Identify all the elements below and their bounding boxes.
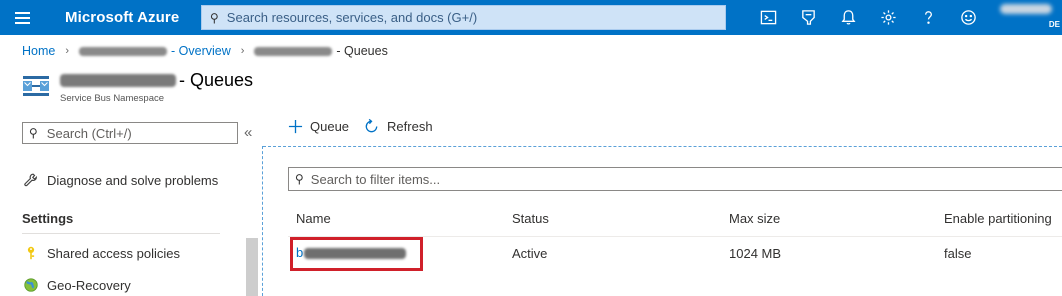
- global-search-input[interactable]: ⚲ Search resources, services, and docs (…: [201, 5, 726, 30]
- nav-item-shared-access-policies-label: Shared access policies: [47, 245, 180, 261]
- search-icon: ⚲: [29, 126, 38, 140]
- plus-icon: [288, 119, 303, 134]
- search-icon: ⚲: [210, 10, 219, 25]
- top-icon-bar: [748, 0, 988, 35]
- refresh-button[interactable]: Refresh: [363, 118, 433, 135]
- global-search-placeholder: Search resources, services, and docs (G+…: [226, 10, 478, 25]
- page-title-label: - Queues: [179, 70, 254, 90]
- column-header-enable-partitioning[interactable]: Enable partitioning: [944, 211, 1052, 226]
- breadcrumb-current-label: - Queues: [336, 44, 388, 58]
- breadcrumb-overview-label: - Overview: [171, 44, 231, 58]
- wrench-icon: [22, 171, 40, 189]
- breadcrumb-overview[interactable]: - Overview: [79, 44, 231, 58]
- filter-placeholder: Search to filter items...: [310, 171, 441, 187]
- nav-search-placeholder: Search (Ctrl+/): [46, 125, 132, 141]
- refresh-icon: [363, 118, 380, 135]
- globe-icon: [22, 276, 40, 294]
- add-queue-button[interactable]: Queue: [288, 119, 349, 134]
- hamburger-icon: [14, 16, 30, 19]
- queue-status: Active: [512, 246, 548, 261]
- add-queue-label: Queue: [310, 119, 350, 134]
- cloud-shell-icon[interactable]: [748, 0, 788, 35]
- chevron-right-icon: ›: [65, 45, 70, 57]
- feedback-icon[interactable]: [948, 0, 988, 35]
- queue-name-prefix: b: [296, 245, 304, 260]
- nav-item-diagnose[interactable]: Diagnose and solve problems: [22, 171, 218, 189]
- redacted-account-name: [1000, 4, 1052, 14]
- breadcrumb-home[interactable]: Home: [22, 44, 55, 58]
- service-bus-icon: [22, 72, 50, 100]
- notifications-icon[interactable]: [828, 0, 868, 35]
- account-menu[interactable]: DE: [990, 0, 1062, 35]
- help-icon[interactable]: [908, 0, 948, 35]
- column-header-name[interactable]: Name: [296, 211, 331, 226]
- nav-item-diagnose-label: Diagnose and solve problems: [47, 172, 219, 188]
- collapse-nav-button[interactable]: «: [244, 124, 252, 141]
- redacted-namespace-name: [254, 47, 333, 57]
- redacted-namespace-name: [60, 74, 176, 87]
- page-subtitle: Service Bus Namespace: [60, 93, 165, 104]
- top-bar: Microsoft Azure ⚲ Search resources, serv…: [0, 0, 1062, 35]
- column-header-max-size[interactable]: Max size: [729, 211, 780, 226]
- account-directory-label: DE: [1048, 20, 1060, 29]
- queue-partitioning: false: [944, 246, 972, 261]
- pane-divider: [262, 146, 263, 296]
- key-icon: [22, 244, 40, 262]
- directory-filter-icon[interactable]: [788, 0, 828, 35]
- queue-max-size: 1024 MB: [729, 246, 782, 261]
- queue-name-link[interactable]: b: [296, 245, 407, 260]
- redacted-namespace-name: [79, 47, 168, 57]
- brand-name[interactable]: Microsoft Azure: [65, 9, 200, 26]
- command-bar: Queue Refresh: [288, 118, 447, 135]
- refresh-label: Refresh: [387, 119, 433, 134]
- nav-search-input[interactable]: ⚲ Search (Ctrl+/): [22, 122, 238, 144]
- column-header-status[interactable]: Status: [512, 211, 549, 226]
- breadcrumb: Home › - Overview › - Queues: [22, 44, 388, 58]
- command-bar-divider: [263, 146, 1062, 147]
- nav-section-settings: Settings: [22, 211, 74, 226]
- nav-divider: [22, 233, 220, 234]
- nav-item-geo-recovery[interactable]: Geo-Recovery: [22, 276, 131, 294]
- filter-input[interactable]: ⚲ Search to filter items...: [288, 167, 1062, 191]
- breadcrumb-current: - Queues: [254, 44, 388, 58]
- portal-menu-button[interactable]: [0, 0, 44, 35]
- nav-scrollbar[interactable]: [246, 238, 258, 296]
- chevron-right-icon: ›: [240, 45, 245, 57]
- search-icon: ⚲: [295, 172, 304, 186]
- page-title: - Queues: [60, 70, 253, 91]
- nav-item-geo-recovery-label: Geo-Recovery: [47, 277, 131, 293]
- nav-item-shared-access-policies[interactable]: Shared access policies: [22, 244, 180, 262]
- settings-icon[interactable]: [868, 0, 908, 35]
- redacted-queue-name: [304, 248, 407, 260]
